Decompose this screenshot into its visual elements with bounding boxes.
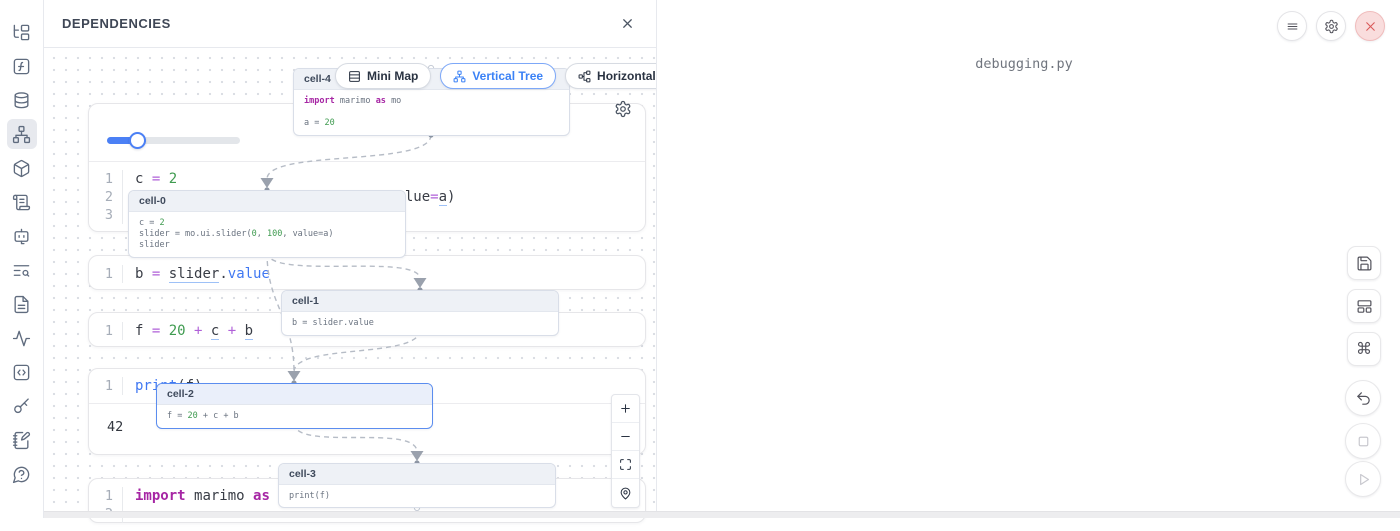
workflow-icon	[578, 70, 591, 83]
horizontal-scrollbar[interactable]	[44, 511, 1400, 518]
node-title: cell-3	[279, 464, 555, 485]
graph-node-cell-1[interactable]: cell-1 b = slider.value	[281, 290, 559, 336]
function-square-icon	[12, 57, 31, 76]
node-title: cell-2	[157, 384, 432, 405]
keyboard-shortcuts-button[interactable]: ⌘	[1347, 332, 1381, 366]
notebook-pen-icon	[12, 431, 31, 450]
node-code-line: slider	[139, 240, 395, 251]
notebook-menu-button[interactable]	[1277, 11, 1307, 41]
gear-icon	[614, 100, 632, 118]
key-icon	[12, 397, 31, 416]
minimap-view-button[interactable]: Mini Map	[335, 63, 431, 89]
sidebar-item-logs[interactable]	[7, 187, 37, 217]
command-icon: ⌘	[1356, 339, 1372, 359]
node-code-line: print(f)	[289, 491, 545, 502]
node-code: import marimo as mo a = 20	[294, 90, 569, 135]
fit-view-button[interactable]	[612, 451, 639, 479]
pin-icon	[619, 487, 632, 500]
graph-settings-button[interactable]	[614, 100, 632, 118]
square-code-icon	[12, 363, 31, 382]
node-code-line: f = 20 + c + b	[167, 411, 422, 422]
sidebar-item-packages[interactable]	[7, 153, 37, 183]
close-icon	[1363, 19, 1378, 34]
icon-sidebar	[0, 0, 44, 518]
network-icon	[12, 125, 31, 144]
vertical-tree-view-button[interactable]: Vertical Tree	[440, 63, 556, 89]
undo-button[interactable]	[1345, 380, 1381, 416]
run-all-button[interactable]	[1345, 461, 1381, 497]
stop-icon	[1355, 433, 1372, 450]
scroll-text-icon	[12, 193, 31, 212]
dependency-graph-canvas[interactable]: cell-4 import marimo as moa = 20 cell-0 …	[44, 48, 656, 512]
play-icon	[1355, 471, 1372, 488]
close-panel-button[interactable]	[616, 13, 638, 35]
graph-node-cell-3[interactable]: cell-3 print(f)	[278, 463, 556, 508]
maximize-icon	[619, 458, 632, 471]
node-code-line: import marimo as mo	[304, 96, 559, 107]
message-question-icon	[12, 465, 31, 484]
panels-icon	[1356, 298, 1373, 315]
zoom-in-button[interactable]	[612, 395, 639, 423]
gear-icon	[1324, 19, 1339, 34]
panel-title: DEPENDENCIES	[62, 16, 171, 31]
sidebar-item-tracing[interactable]	[7, 323, 37, 353]
sidebar-item-scratchpad[interactable]	[7, 425, 37, 455]
box-icon	[12, 159, 31, 178]
node-code-line: slider = mo.ui.slider(0, 100, value=a)	[139, 229, 395, 240]
node-code: f = 20 + c + b	[157, 405, 432, 428]
text-search-icon	[12, 261, 31, 280]
view-button-label: Mini Map	[367, 69, 418, 83]
graph-node-cell-2[interactable]: cell-2 f = 20 + c + b	[156, 383, 433, 429]
bot-message-icon	[12, 227, 31, 246]
graph-zoom-controls	[611, 394, 640, 508]
network-icon	[453, 70, 466, 83]
view-button-label: Vertical Tree	[472, 69, 543, 83]
locate-cell-button[interactable]	[612, 479, 639, 507]
menu-icon	[1285, 19, 1300, 34]
horizontal-tree-view-button[interactable]: Horizontal Tree	[565, 63, 656, 89]
sidebar-item-snippets[interactable]	[7, 357, 37, 387]
rows-icon	[348, 70, 361, 83]
sidebar-item-variables[interactable]	[7, 51, 37, 81]
database-icon	[12, 91, 31, 110]
sidebar-item-search[interactable]	[7, 255, 37, 285]
close-icon	[620, 16, 635, 31]
sidebar-item-data-sources[interactable]	[7, 85, 37, 115]
sidebar-item-dependency-graph[interactable]	[7, 119, 37, 149]
node-code: c = 2slider = mo.ui.slider(0, 100, value…	[129, 212, 405, 257]
save-icon	[1356, 255, 1373, 272]
node-code: b = slider.value	[282, 312, 558, 335]
activity-icon	[12, 329, 31, 348]
shutdown-button[interactable]	[1355, 11, 1385, 41]
dependencies-panel: DEPENDENCIES	[44, 0, 656, 518]
node-code-line: a = 20	[304, 118, 559, 129]
minus-icon	[619, 430, 632, 443]
notebook-settings-button[interactable]	[1316, 11, 1346, 41]
dependencies-panel-header: DEPENDENCIES	[44, 0, 656, 48]
graph-node-cell-0[interactable]: cell-0 c = 2slider = mo.ui.slider(0, 100…	[128, 190, 406, 258]
sidebar-item-secrets[interactable]	[7, 391, 37, 421]
save-button[interactable]	[1347, 246, 1381, 280]
sidebar-item-chat[interactable]	[7, 221, 37, 251]
sidebar-item-help[interactable]	[7, 459, 37, 489]
notebook-panel: debugging.py	[656, 0, 1400, 518]
layout-select-button[interactable]	[1347, 289, 1381, 323]
zoom-out-button[interactable]	[612, 423, 639, 451]
node-code: print(f)	[279, 485, 555, 508]
undo-icon	[1355, 390, 1372, 407]
sidebar-item-documentation[interactable]	[7, 289, 37, 319]
node-code-line: b = slider.value	[292, 318, 548, 329]
node-code-line: c = 2	[139, 218, 395, 229]
node-title: cell-1	[282, 291, 558, 312]
plus-icon	[619, 402, 632, 415]
node-title: cell-0	[129, 191, 405, 212]
node-code-line	[304, 107, 559, 118]
notebook-filename[interactable]: debugging.py	[745, 56, 1303, 72]
stop-button[interactable]	[1345, 423, 1381, 459]
file-text-icon	[12, 295, 31, 314]
tree-icon	[12, 23, 31, 42]
sidebar-item-file-explorer[interactable]	[7, 17, 37, 47]
graph-view-toolbar: Mini Map Vertical Tree Horizontal Tree	[335, 63, 656, 89]
view-button-label: Horizontal Tree	[597, 69, 656, 83]
